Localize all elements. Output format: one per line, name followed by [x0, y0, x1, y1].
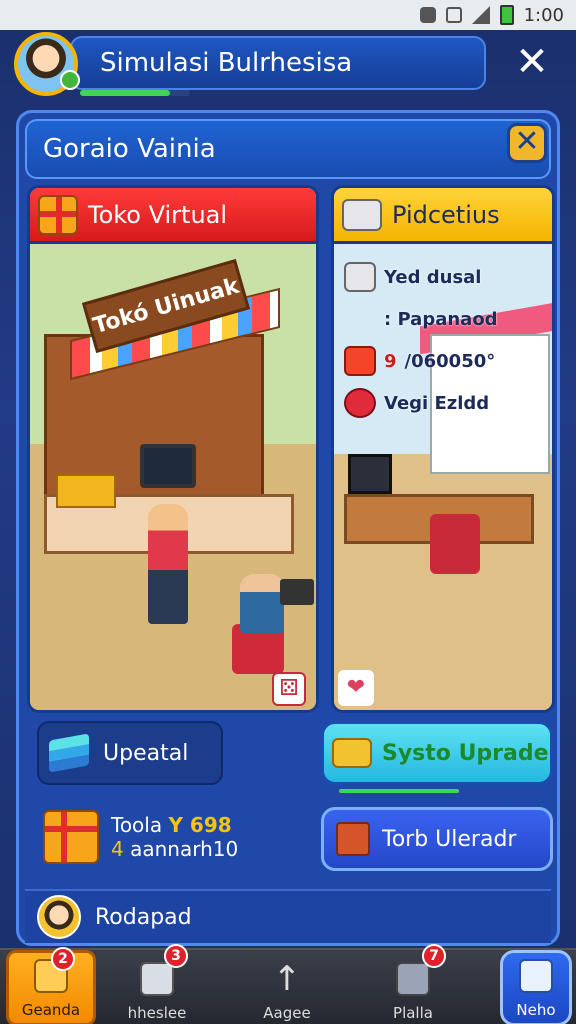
close-icon[interactable]: ✕	[512, 42, 552, 82]
gold-icon	[332, 738, 372, 768]
upgrade-label: Upeatal	[103, 740, 189, 766]
nav-item-helper[interactable]: Neho	[500, 950, 572, 1024]
status-time: 1:00	[523, 4, 564, 26]
player-avatar[interactable]	[14, 32, 80, 96]
today-sub-prefix: 4	[111, 837, 124, 861]
stat-row: Vegi Ezldd	[344, 382, 552, 424]
bottom-strip-label: Rodapad	[95, 904, 192, 930]
customer-character[interactable]	[148, 504, 188, 624]
virtual-shop-tab[interactable]: Toko Virtual	[30, 188, 316, 244]
level-progress-fill	[80, 90, 171, 96]
office-scene: Yed dusal : Papanaod 9 /060050° Vegi Ezl…	[334, 244, 552, 710]
stat-text: Yed dusal	[384, 266, 482, 288]
virtual-shop-card[interactable]: Toko Virtual Tokó Uinuak ⚄	[27, 185, 319, 713]
virtual-shop-label: Toko Virtual	[88, 200, 228, 229]
stat-row: Yed dusal	[344, 256, 552, 298]
today-earnings: Toola Y 698 4 aannarh10	[37, 801, 315, 873]
today-value: Y 698	[168, 813, 232, 837]
machine-icon	[342, 198, 382, 231]
products-tab[interactable]: Pidcetius	[334, 188, 552, 244]
computer-monitor-icon	[140, 444, 196, 488]
panel-close-button[interactable]: ✕	[507, 123, 547, 163]
system-upgrade-button[interactable]: Systo Uprade	[321, 721, 553, 785]
gift-icon	[38, 194, 78, 235]
stat-prefix: 9	[384, 350, 397, 372]
clover-icon	[60, 70, 80, 90]
bottom-nav: Geanda 2 hheslee 3 ↑ Aagee Plalla 7 Neho	[0, 944, 576, 1024]
system-upgrade-underline	[339, 789, 459, 793]
stat-text: Vegi Ezldd	[384, 392, 490, 414]
bottom-strip[interactable]: Rodapad	[25, 889, 551, 943]
product-stats: Yed dusal : Papanaod 9 /060050° Vegi Ezl…	[344, 256, 552, 424]
notification-icon	[419, 7, 436, 23]
chair-icon	[336, 822, 370, 856]
panel-title: Goraio Vainia	[43, 134, 216, 164]
notification-badge: 2	[51, 947, 75, 971]
shop-scene: Tokó Uinuak ⚄	[30, 244, 316, 710]
upgrade-button[interactable]: Upeatal	[37, 721, 223, 785]
stat-row: : Papanaod	[344, 298, 552, 340]
stat-text: /060050°	[404, 350, 496, 372]
chair-icon	[430, 514, 480, 574]
nav-item-phone[interactable]: Plalla 7	[368, 944, 458, 1024]
signal-icon	[471, 6, 490, 24]
nav-label: hheslee	[127, 1004, 187, 1022]
laptop-icon	[280, 579, 314, 605]
notification-badge: 7	[422, 944, 446, 968]
nav-label: Neho	[516, 1001, 556, 1019]
arrow-up-icon: ↑	[272, 959, 302, 999]
battery-icon	[499, 5, 514, 25]
printer-icon	[140, 962, 174, 996]
nav-label: Aagee	[263, 1004, 311, 1022]
red-box-icon	[344, 388, 376, 418]
game-title: Simulasi Bulrhesisa	[100, 48, 353, 78]
main-panel: Goraio Vainia ✕ Toko Virtual Tokó Uinuak…	[16, 110, 560, 946]
level-progress-bar	[80, 90, 190, 96]
panel-header: Goraio Vainia	[25, 119, 551, 179]
today-sub: aannarh10	[130, 837, 239, 861]
stat-text: : Papanaod	[384, 308, 498, 330]
machine-icon	[344, 262, 376, 292]
worker-character[interactable]	[240, 574, 284, 634]
nav-item-upload[interactable]: ↑ Aagee	[242, 950, 332, 1024]
stack-icon	[49, 733, 89, 773]
dice-icon[interactable]: ⚄	[272, 672, 306, 706]
today-label: Toola	[111, 813, 163, 837]
phone-icon	[396, 962, 430, 996]
heart-icon[interactable]: ❤	[338, 670, 374, 706]
game-title-bar: Simulasi Bulrhesisa	[70, 36, 486, 90]
table-upgrade-button[interactable]: Torb Uleradr	[321, 807, 553, 871]
stat-row: 9 /060050°	[344, 340, 552, 382]
nav-item-home[interactable]: Geanda 2	[6, 947, 96, 1024]
products-label: Pidcetius	[392, 200, 500, 229]
nav-label: Geanda	[21, 1001, 81, 1019]
sim-icon	[445, 7, 462, 23]
gift-boxes	[56, 474, 116, 508]
nav-item-printer[interactable]: hheslee 3	[112, 944, 202, 1024]
gift-icon	[43, 810, 99, 864]
gift-icon	[344, 346, 376, 376]
table-upgrade-label: Torb Uleradr	[382, 826, 517, 852]
system-upgrade-label: Systo Uprade	[382, 740, 549, 766]
products-card[interactable]: Pidcetius Yed dusal : Papanaod 9 /060050…	[331, 185, 555, 713]
game-header: Simulasi Bulrhesisa ✕	[8, 32, 568, 102]
nav-label: Plalla	[393, 1004, 433, 1022]
helper-icon	[519, 959, 553, 993]
avatar	[37, 895, 81, 939]
status-bar: 1:00	[0, 0, 576, 30]
computer-icon	[348, 454, 392, 494]
notification-badge: 3	[164, 944, 188, 968]
